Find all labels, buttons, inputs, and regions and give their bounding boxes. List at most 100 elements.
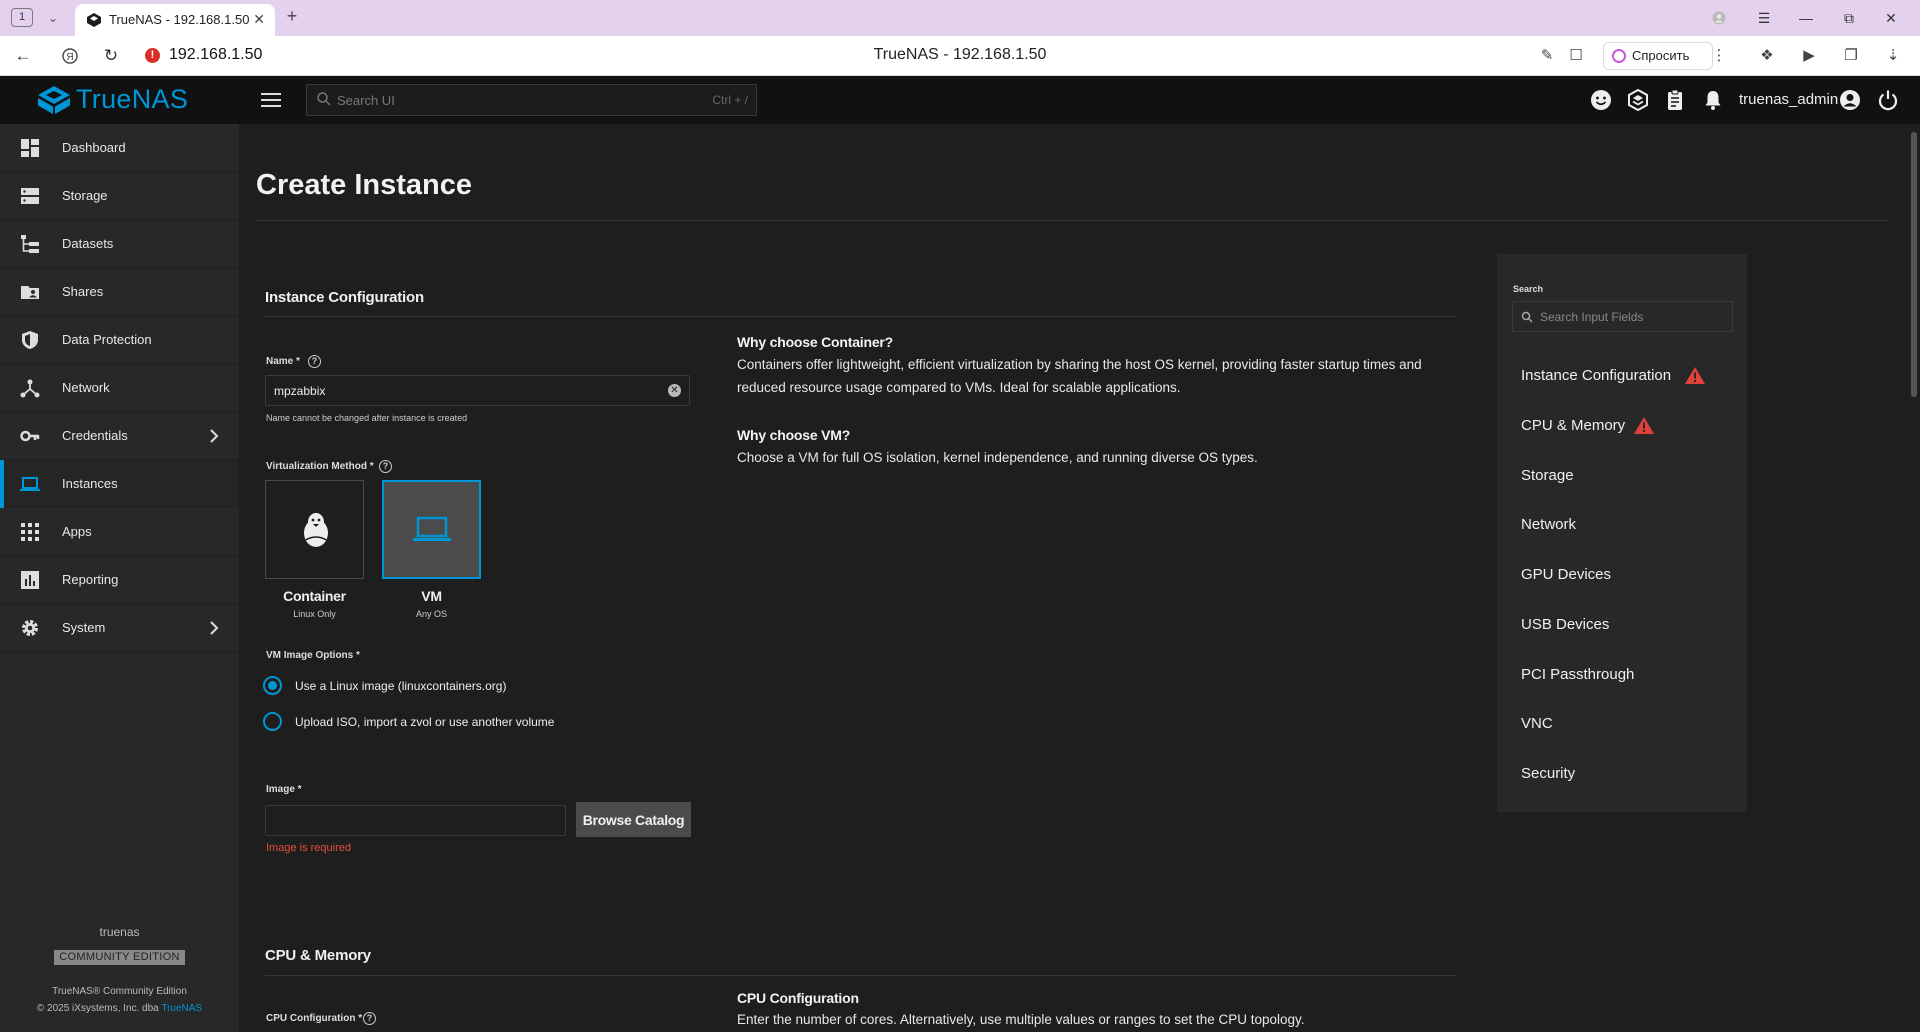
name-help-icon[interactable]: ?: [308, 355, 321, 368]
truenas-favicon-icon: [87, 13, 101, 27]
hostname-label: truenas: [99, 925, 140, 939]
translate-icon[interactable]: ✎: [1535, 45, 1559, 67]
sidebar-item-label: System: [62, 620, 106, 635]
nav-link-vnc[interactable]: VNC: [1521, 715, 1553, 732]
name-field-label: Name *: [266, 356, 300, 367]
tab-close-icon[interactable]: ✕: [253, 11, 265, 28]
container-option-card[interactable]: [265, 480, 364, 579]
sidebar-item-shares[interactable]: Shares: [0, 268, 239, 316]
notifications-bell-icon[interactable]: [1701, 88, 1725, 112]
browser-menu-icon[interactable]: ☰: [1752, 7, 1776, 29]
nav-link-security[interactable]: Security: [1521, 765, 1575, 782]
truecommand-icon[interactable]: [1626, 88, 1650, 112]
sidebar-item-data-protection[interactable]: Data Protection: [0, 316, 239, 364]
url-text[interactable]: 192.168.1.50: [169, 46, 262, 64]
jobs-clipboard-icon[interactable]: [1663, 88, 1687, 112]
app-topbar: TrueNAS Ctrl + / truenas_admin: [0, 76, 1920, 124]
nav-link-cpu-memory[interactable]: CPU & Memory: [1521, 417, 1625, 434]
nav-link-gpu-devices[interactable]: GPU Devices: [1521, 566, 1611, 583]
vm-image-options-label: VM Image Options *: [266, 650, 360, 661]
product-line-text: TrueNAS® Community Edition: [52, 986, 187, 997]
collections-icon[interactable]: ❐: [1839, 45, 1863, 67]
sidebar-item-network[interactable]: Network: [0, 364, 239, 412]
why-container-heading: Why choose Container?: [737, 334, 894, 350]
sidebar-item-label: Dashboard: [62, 140, 126, 155]
name-field[interactable]: mpzabbix ✕: [265, 375, 690, 406]
menu-toggle-icon[interactable]: [259, 89, 283, 111]
insecure-warning-icon[interactable]: !: [145, 48, 160, 63]
download-icon[interactable]: ⇣: [1881, 45, 1905, 67]
linux-image-radio[interactable]: [263, 676, 282, 695]
sidebar-item-dashboard[interactable]: Dashboard: [0, 124, 239, 172]
page-scrollbar[interactable]: [1908, 124, 1920, 1032]
upload-iso-radio-label[interactable]: Upload ISO, import a zvol or use another…: [295, 715, 554, 729]
sidebar-item-storage[interactable]: Storage: [0, 172, 239, 220]
new-tab-button[interactable]: +: [281, 6, 303, 28]
profile-icon[interactable]: [1707, 7, 1731, 29]
section-nav-panel: Search Instance Configuration CPU & Memo…: [1497, 254, 1747, 812]
media-play-icon[interactable]: ▶: [1797, 45, 1821, 67]
virtualization-help-icon[interactable]: ?: [379, 460, 392, 473]
sidebar-item-apps[interactable]: Apps: [0, 508, 239, 556]
storage-icon: [21, 188, 39, 204]
ask-ai-button[interactable]: Спросить: [1603, 42, 1713, 70]
nav-link-usb-devices[interactable]: USB Devices: [1521, 616, 1609, 633]
tab-counter-button[interactable]: 1: [11, 8, 33, 27]
warning-icon: [1634, 417, 1654, 434]
bookmark-icon[interactable]: ☐: [1564, 45, 1588, 67]
close-window-icon[interactable]: ✕: [1879, 7, 1903, 29]
reload-icon[interactable]: ↻: [99, 45, 123, 67]
edition-badge: COMMUNITY EDITION: [54, 950, 185, 965]
truenas-logo-text[interactable]: TrueNAS: [76, 84, 188, 115]
cpu-config-help-icon[interactable]: ?: [363, 1012, 376, 1025]
key-icon: [20, 430, 40, 442]
section-title-cpu-memory: CPU & Memory: [265, 947, 371, 964]
minimize-icon[interactable]: —: [1794, 7, 1818, 29]
more-vertical-icon[interactable]: ⋮: [1707, 45, 1731, 67]
section-search-field[interactable]: [1512, 301, 1733, 332]
section-search-input[interactable]: [1540, 302, 1728, 331]
nav-link-pci-passthrough[interactable]: PCI Passthrough: [1521, 666, 1634, 683]
main-content: Create Instance Instance Configuration N…: [239, 124, 1904, 1032]
nav-link-storage[interactable]: Storage: [1521, 467, 1574, 484]
browser-tab[interactable]: TrueNAS - 192.168.1.50 ✕: [75, 4, 275, 36]
truenas-logo-icon[interactable]: [36, 84, 72, 116]
sidebar-item-instances[interactable]: Instances: [0, 460, 239, 508]
copyright-text: © 2025 iXsystems, Inc. dba TrueNAS: [0, 1003, 239, 1014]
shield-icon: [22, 331, 38, 349]
username-label[interactable]: truenas_admin: [1739, 91, 1838, 108]
tab-title: TrueNAS - 192.168.1.50: [109, 12, 249, 27]
yandex-icon[interactable]: Я: [58, 45, 82, 67]
account-circle-icon[interactable]: [1838, 88, 1862, 112]
section-title-instance-configuration: Instance Configuration: [265, 289, 424, 306]
tab-list-chevron-icon[interactable]: ⌄: [42, 8, 64, 28]
name-field-value[interactable]: mpzabbix: [274, 384, 325, 398]
cpu-config-heading: CPU Configuration: [737, 990, 859, 1006]
feedback-smile-icon[interactable]: [1589, 88, 1613, 112]
browser-tab-bar: 1 ⌄ TrueNAS - 192.168.1.50 ✕ + ☰ — ⧉ ✕: [0, 0, 1920, 36]
restore-window-icon[interactable]: ⧉: [1837, 7, 1861, 29]
search-ui-field[interactable]: Ctrl + /: [306, 84, 757, 116]
sidebar-item-credentials[interactable]: Credentials: [0, 412, 239, 460]
vm-option-card[interactable]: [382, 480, 481, 579]
nav-link-network[interactable]: Network: [1521, 516, 1576, 533]
linux-image-radio-label[interactable]: Use a Linux image (linuxcontainers.org): [295, 679, 506, 693]
extension-icon[interactable]: ❖: [1755, 45, 1779, 67]
browse-catalog-button[interactable]: Browse Catalog: [576, 802, 691, 837]
scrollbar-thumb[interactable]: [1911, 132, 1917, 397]
chevron-right-icon: [210, 621, 219, 635]
back-arrow-icon[interactable]: ←: [11, 45, 35, 67]
name-field-hint: Name cannot be changed after instance is…: [266, 413, 468, 423]
upload-iso-radio[interactable]: [263, 712, 282, 731]
sidebar-item-datasets[interactable]: Datasets: [0, 220, 239, 268]
dashboard-icon: [21, 139, 39, 157]
image-field[interactable]: [265, 805, 566, 836]
truenas-link[interactable]: TrueNAS: [161, 1003, 202, 1014]
sidebar-item-system[interactable]: System: [0, 604, 239, 652]
search-ui-input[interactable]: [337, 85, 697, 115]
sidebar-item-reporting[interactable]: Reporting: [0, 556, 239, 604]
nav-link-instance-configuration[interactable]: Instance Configuration: [1521, 367, 1671, 384]
clear-input-icon[interactable]: ✕: [668, 384, 681, 397]
power-icon[interactable]: [1876, 88, 1900, 112]
vm-option-label: VM: [421, 588, 442, 604]
